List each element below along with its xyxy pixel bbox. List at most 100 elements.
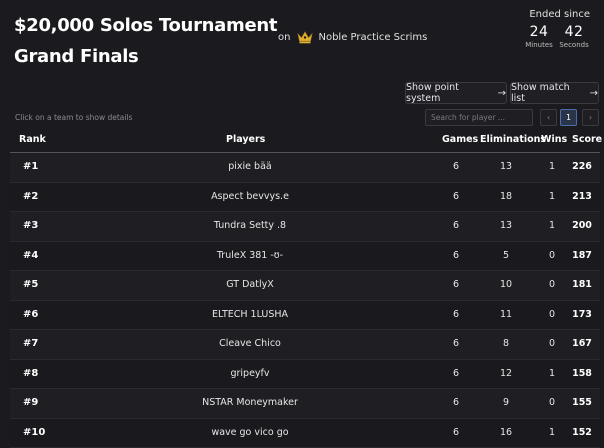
wins-cell: 0 [542, 330, 562, 359]
minutes-value: 24 [525, 24, 553, 40]
table-row[interactable]: #3 Tundra Setty .8 6 13 1 200 [10, 212, 600, 242]
eliminations-cell: 9 [494, 389, 518, 418]
table-row[interactable]: #9 NSTAR Moneymaker 6 9 0 155 [10, 389, 600, 419]
chevron-right-icon: › [589, 113, 592, 122]
minutes-unit: 24 Minutes [525, 24, 553, 49]
wins-cell: 1 [542, 360, 562, 389]
rank-cell: #1 [23, 153, 38, 182]
table-header: Rank Players Games Eliminations Wins Sco… [10, 130, 600, 153]
arrow-right-icon: → [590, 88, 598, 99]
show-match-list-button[interactable]: Show match list → [510, 82, 599, 104]
rank-cell: #10 [23, 419, 45, 448]
ended-timer: Ended since 24 Minutes 42 Seconds [522, 9, 592, 49]
games-cell: 6 [446, 360, 466, 389]
leaderboard-rows: #1 pixie bää 6 13 1 226 #2 Aspect bevvys… [10, 153, 600, 448]
organizer-info: on Noble Practice Scrims [278, 30, 427, 44]
player-cell: pixie bää [150, 153, 350, 182]
rank-cell: #4 [23, 242, 38, 271]
wins-cell: 1 [542, 153, 562, 182]
header-score[interactable]: Score [572, 134, 602, 145]
table-row[interactable]: #2 Aspect bevvys.e 6 18 1 213 [10, 183, 600, 213]
games-cell: 6 [446, 389, 466, 418]
score-cell: 155 [569, 389, 595, 418]
minutes-label: Minutes [525, 41, 553, 49]
games-cell: 6 [446, 242, 466, 271]
header-players[interactable]: Players [226, 134, 265, 145]
table-row[interactable]: #10 wave go vico go 6 16 1 152 [10, 419, 600, 448]
rank-cell: #9 [23, 389, 38, 418]
score-cell: 158 [569, 360, 595, 389]
page-1-button[interactable]: 1 [560, 109, 577, 126]
arrow-right-icon: → [498, 88, 506, 99]
games-cell: 6 [446, 419, 466, 448]
player-cell: Cleave Chico [150, 330, 350, 359]
table-row[interactable]: #1 pixie bää 6 13 1 226 [10, 153, 600, 183]
eliminations-cell: 8 [494, 330, 518, 359]
score-cell: 187 [569, 242, 595, 271]
eliminations-cell: 13 [494, 212, 518, 241]
score-cell: 213 [569, 183, 595, 212]
score-cell: 173 [569, 301, 595, 330]
tournament-title: $20,000 Solos Tournament Grand Finals [14, 10, 277, 72]
player-cell: Tundra Setty .8 [150, 212, 350, 241]
eliminations-cell: 11 [494, 301, 518, 330]
games-cell: 6 [446, 153, 466, 182]
eliminations-cell: 5 [494, 242, 518, 271]
table-row[interactable]: #4 TruleX 381 -ʊ- 6 5 0 187 [10, 242, 600, 272]
rank-cell: #2 [23, 183, 38, 212]
player-cell: TruleX 381 -ʊ- [150, 242, 350, 271]
wins-cell: 1 [542, 183, 562, 212]
wins-cell: 0 [542, 242, 562, 271]
seconds-label: Seconds [559, 41, 588, 49]
score-cell: 226 [569, 153, 595, 182]
wins-cell: 1 [542, 212, 562, 241]
eliminations-cell: 12 [494, 360, 518, 389]
seconds-value: 42 [559, 24, 588, 40]
rank-cell: #3 [23, 212, 38, 241]
wins-cell: 0 [542, 389, 562, 418]
eliminations-cell: 10 [494, 271, 518, 300]
rank-cell: #5 [23, 271, 38, 300]
games-cell: 6 [446, 330, 466, 359]
eliminations-cell: 18 [494, 183, 518, 212]
crown-icon [297, 30, 313, 44]
show-match-list-label: Show match list [511, 82, 584, 104]
player-cell: GT DatlyX [150, 271, 350, 300]
player-search-input[interactable] [425, 109, 533, 126]
table-row[interactable]: #6 ELTECH 1LUSHA 6 11 0 173 [10, 301, 600, 331]
title-line-1: $20,000 Solos Tournament [14, 10, 277, 41]
organizer-name[interactable]: Noble Practice Scrims [318, 32, 427, 43]
games-cell: 6 [446, 212, 466, 241]
table-hint: Click on a team to show details [15, 113, 132, 122]
table-row[interactable]: #8 gripeyfv 6 12 1 158 [10, 360, 600, 390]
seconds-unit: 42 Seconds [559, 24, 588, 49]
header-wins[interactable]: Wins [541, 134, 567, 145]
player-cell: ELTECH 1LUSHA [150, 301, 350, 330]
games-cell: 6 [446, 183, 466, 212]
show-point-system-button[interactable]: Show point system → [405, 82, 507, 104]
games-cell: 6 [446, 301, 466, 330]
rank-cell: #8 [23, 360, 38, 389]
eliminations-cell: 13 [494, 153, 518, 182]
player-cell: wave go vico go [150, 419, 350, 448]
countdown: 24 Minutes 42 Seconds [522, 24, 592, 49]
header-rank[interactable]: Rank [19, 134, 46, 145]
eliminations-cell: 16 [494, 419, 518, 448]
score-cell: 200 [569, 212, 595, 241]
rank-cell: #6 [23, 301, 38, 330]
prev-page-button[interactable]: ‹ [540, 109, 557, 126]
title-line-2: Grand Finals [14, 41, 277, 72]
rank-cell: #7 [23, 330, 38, 359]
ended-label: Ended since [522, 9, 592, 20]
score-cell: 181 [569, 271, 595, 300]
header-games[interactable]: Games [442, 134, 478, 145]
score-cell: 167 [569, 330, 595, 359]
table-row[interactable]: #7 Cleave Chico 6 8 0 167 [10, 330, 600, 360]
next-page-button[interactable]: › [582, 109, 599, 126]
on-label: on [278, 32, 290, 43]
table-row[interactable]: #5 GT DatlyX 6 10 0 181 [10, 271, 600, 301]
wins-cell: 0 [542, 271, 562, 300]
chevron-left-icon: ‹ [547, 113, 550, 122]
header-eliminations[interactable]: Eliminations [480, 134, 546, 145]
wins-cell: 1 [542, 419, 562, 448]
